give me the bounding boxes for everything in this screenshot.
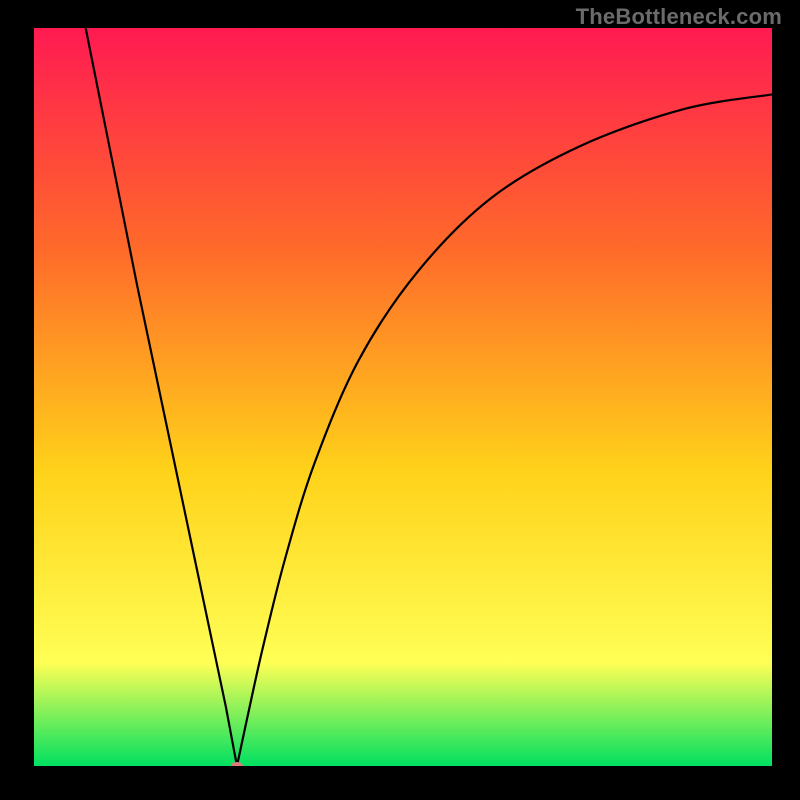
chart-frame: TheBottleneck.com [0, 0, 800, 800]
gradient-background [34, 28, 772, 766]
plot-area [34, 28, 772, 766]
chart-svg [34, 28, 772, 766]
watermark-text: TheBottleneck.com [576, 4, 782, 30]
